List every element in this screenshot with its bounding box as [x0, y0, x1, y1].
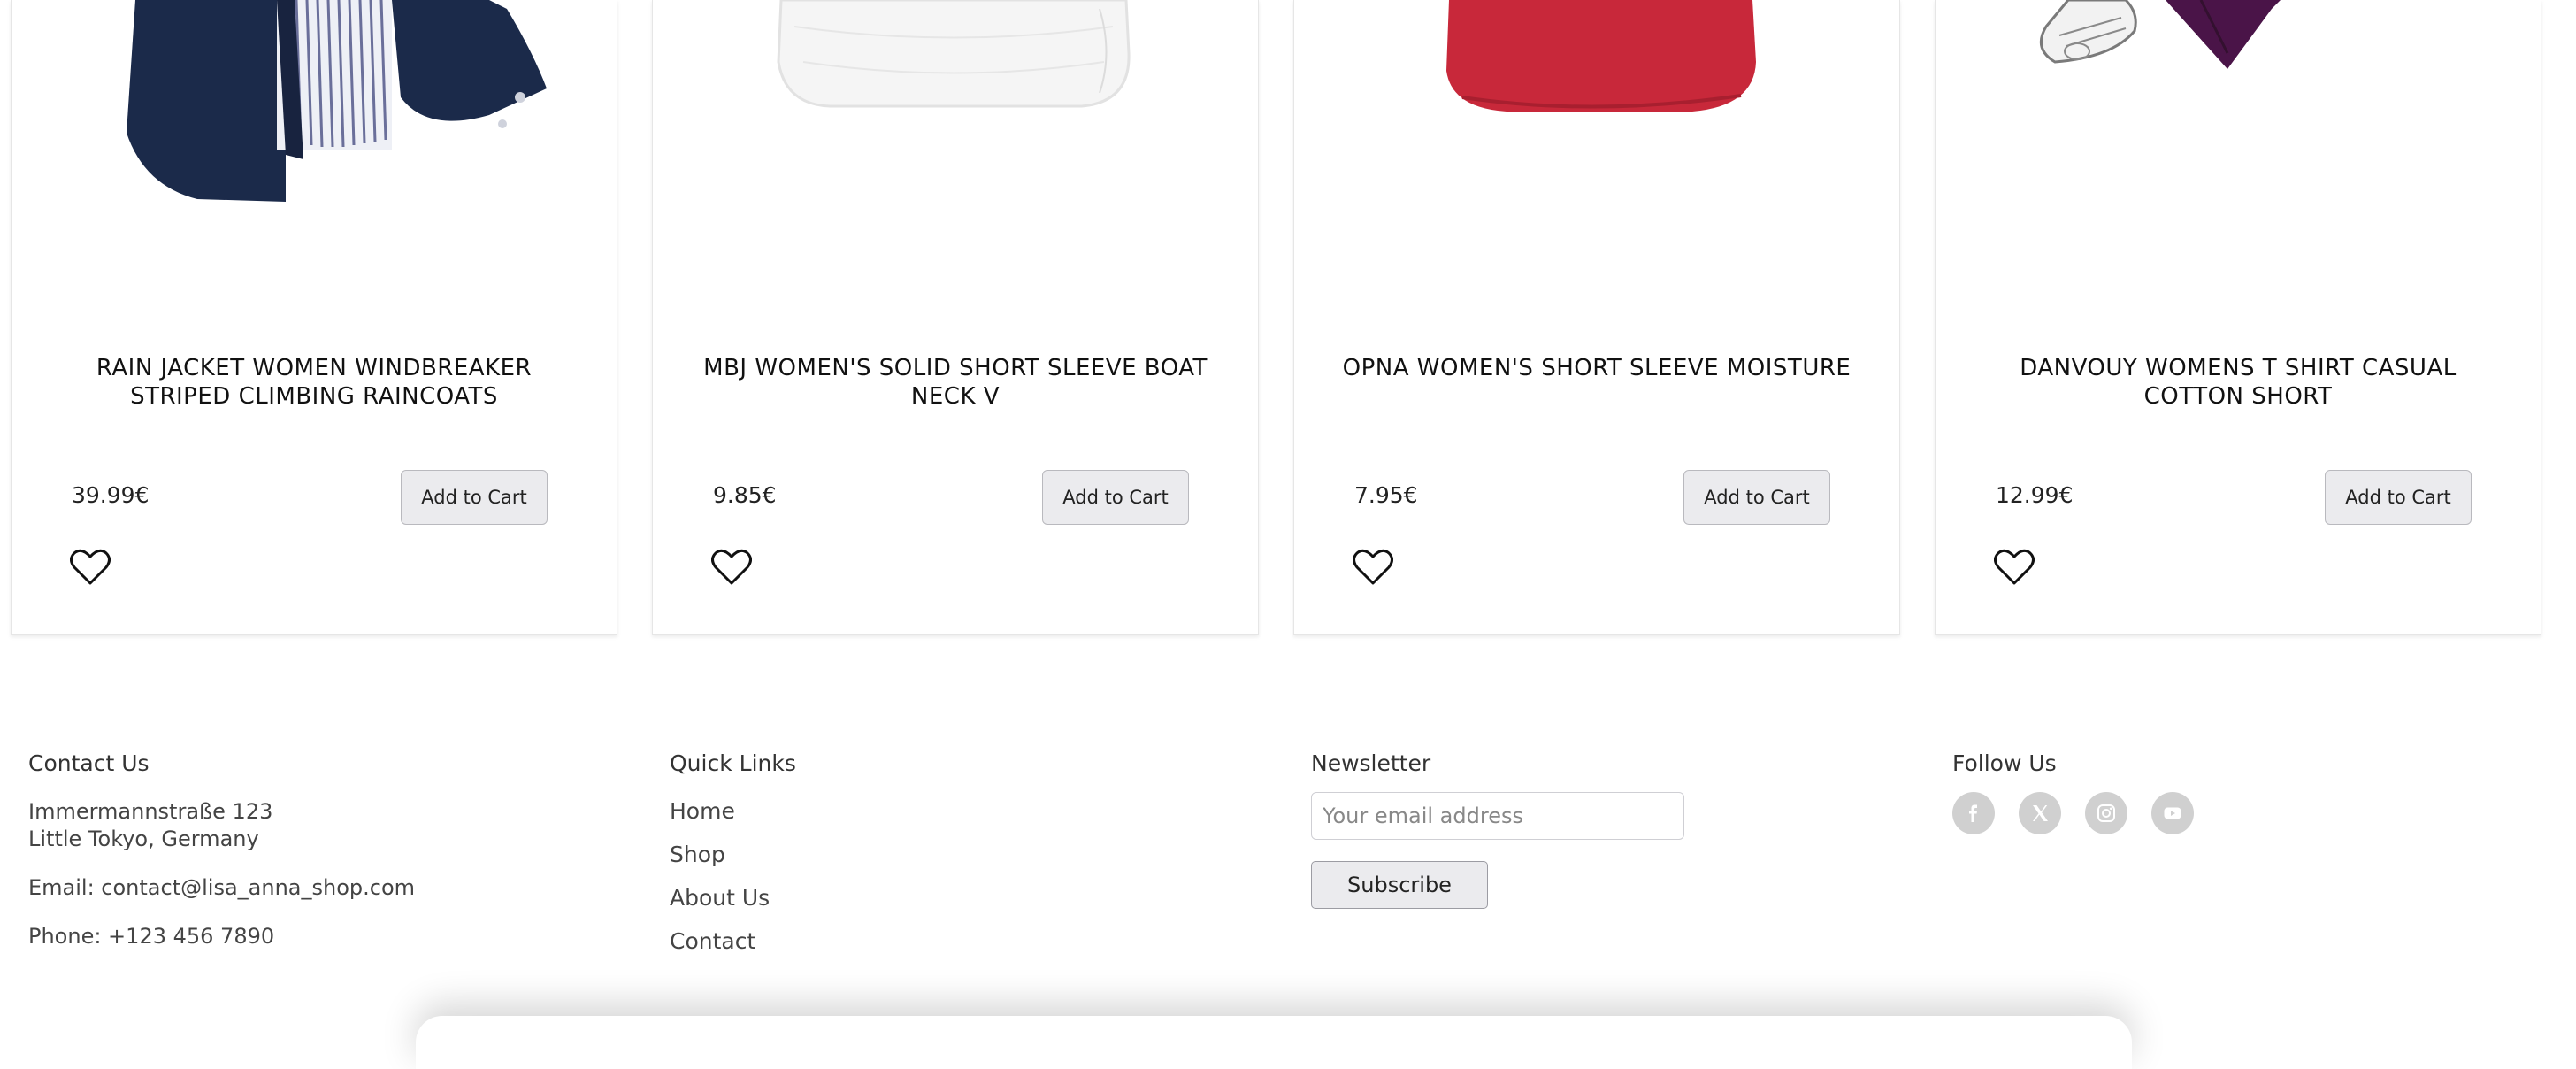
product-price: 7.95€: [1354, 482, 1418, 508]
social-links: [1952, 792, 2194, 834]
footer-link-shop[interactable]: Shop: [670, 842, 796, 867]
add-to-cart-button[interactable]: Add to Cart: [401, 470, 548, 525]
product-card[interactable]: OPNA WOMEN'S SHORT SLEEVE MOISTURE 7.95€…: [1293, 0, 1900, 635]
product-card[interactable]: MBJ WOMEN'S SOLID SHORT SLEEVE BOAT NECK…: [652, 0, 1259, 635]
add-to-cart-button[interactable]: Add to Cart: [2325, 470, 2472, 525]
red-shirt-image: [1446, 0, 1756, 112]
product-card[interactable]: RAIN JACKET WOMEN WINDBREAKER STRIPED CL…: [11, 0, 617, 635]
add-to-cart-button[interactable]: Add to Cart: [1683, 470, 1830, 525]
product-price: 9.85€: [713, 482, 777, 508]
address-line-1: Immermannstraße 123: [28, 799, 273, 824]
product-title[interactable]: OPNA WOMEN'S SHORT SLEEVE MOISTURE: [1330, 354, 1864, 382]
purple-shirt-sneakers-image: [2039, 0, 2281, 69]
product-image[interactable]: [12, 0, 617, 292]
bottom-panel: [416, 1016, 2132, 1069]
newsletter-email-input[interactable]: [1311, 792, 1684, 840]
product-image[interactable]: [653, 0, 1258, 292]
instagram-icon[interactable]: [2085, 792, 2128, 834]
jacket-image: [126, 0, 547, 202]
newsletter-title: Newsletter: [1311, 750, 1431, 776]
white-shirt-image: [777, 0, 1131, 108]
product-grid: RAIN JACKET WOMEN WINDBREAKER STRIPED CL…: [11, 0, 2542, 635]
footer-link-contact[interactable]: Contact: [670, 928, 796, 954]
contact-phone: Phone: +123 456 7890: [28, 924, 275, 949]
footer-link-about[interactable]: About Us: [670, 885, 796, 911]
heart-icon[interactable]: [711, 549, 752, 586]
footer-follow: Follow Us: [1952, 750, 2194, 834]
subscribe-button[interactable]: Subscribe: [1311, 861, 1488, 909]
heart-icon[interactable]: [1353, 549, 1393, 586]
product-price: 39.99€: [72, 482, 150, 508]
heart-icon[interactable]: [70, 549, 111, 586]
footer-link-home[interactable]: Home: [670, 798, 796, 824]
product-title[interactable]: DANVOUY WOMENS T SHIRT CASUAL COTTON SHO…: [1971, 354, 2505, 411]
contact-title: Contact Us: [28, 750, 150, 776]
follow-title: Follow Us: [1952, 750, 2057, 776]
product-title[interactable]: MBJ WOMEN'S SOLID SHORT SLEEVE BOAT NECK…: [688, 354, 1223, 411]
footer-newsletter: Newsletter Subscribe: [1311, 750, 1684, 909]
quick-links-title: Quick Links: [670, 750, 796, 776]
footer-contact: Contact Us Immermannstraße 123 Little To…: [28, 750, 415, 950]
footer-quick-links: Quick Links Home Shop About Us Contact: [670, 750, 796, 972]
product-price: 12.99€: [1996, 482, 2074, 508]
facebook-icon[interactable]: [1952, 792, 1995, 834]
product-image[interactable]: [1936, 0, 2541, 292]
x-icon[interactable]: [2019, 792, 2061, 834]
add-to-cart-button[interactable]: Add to Cart: [1042, 470, 1189, 525]
product-card[interactable]: DANVOUY WOMENS T SHIRT CASUAL COTTON SHO…: [1935, 0, 2542, 635]
heart-icon[interactable]: [1994, 549, 2035, 586]
product-title[interactable]: RAIN JACKET WOMEN WINDBREAKER STRIPED CL…: [47, 354, 581, 411]
product-image[interactable]: [1294, 0, 1899, 292]
youtube-icon[interactable]: [2151, 792, 2194, 834]
address-line-2: Little Tokyo, Germany: [28, 827, 259, 851]
contact-email: Email: contact@lisa_anna_shop.com: [28, 875, 416, 900]
